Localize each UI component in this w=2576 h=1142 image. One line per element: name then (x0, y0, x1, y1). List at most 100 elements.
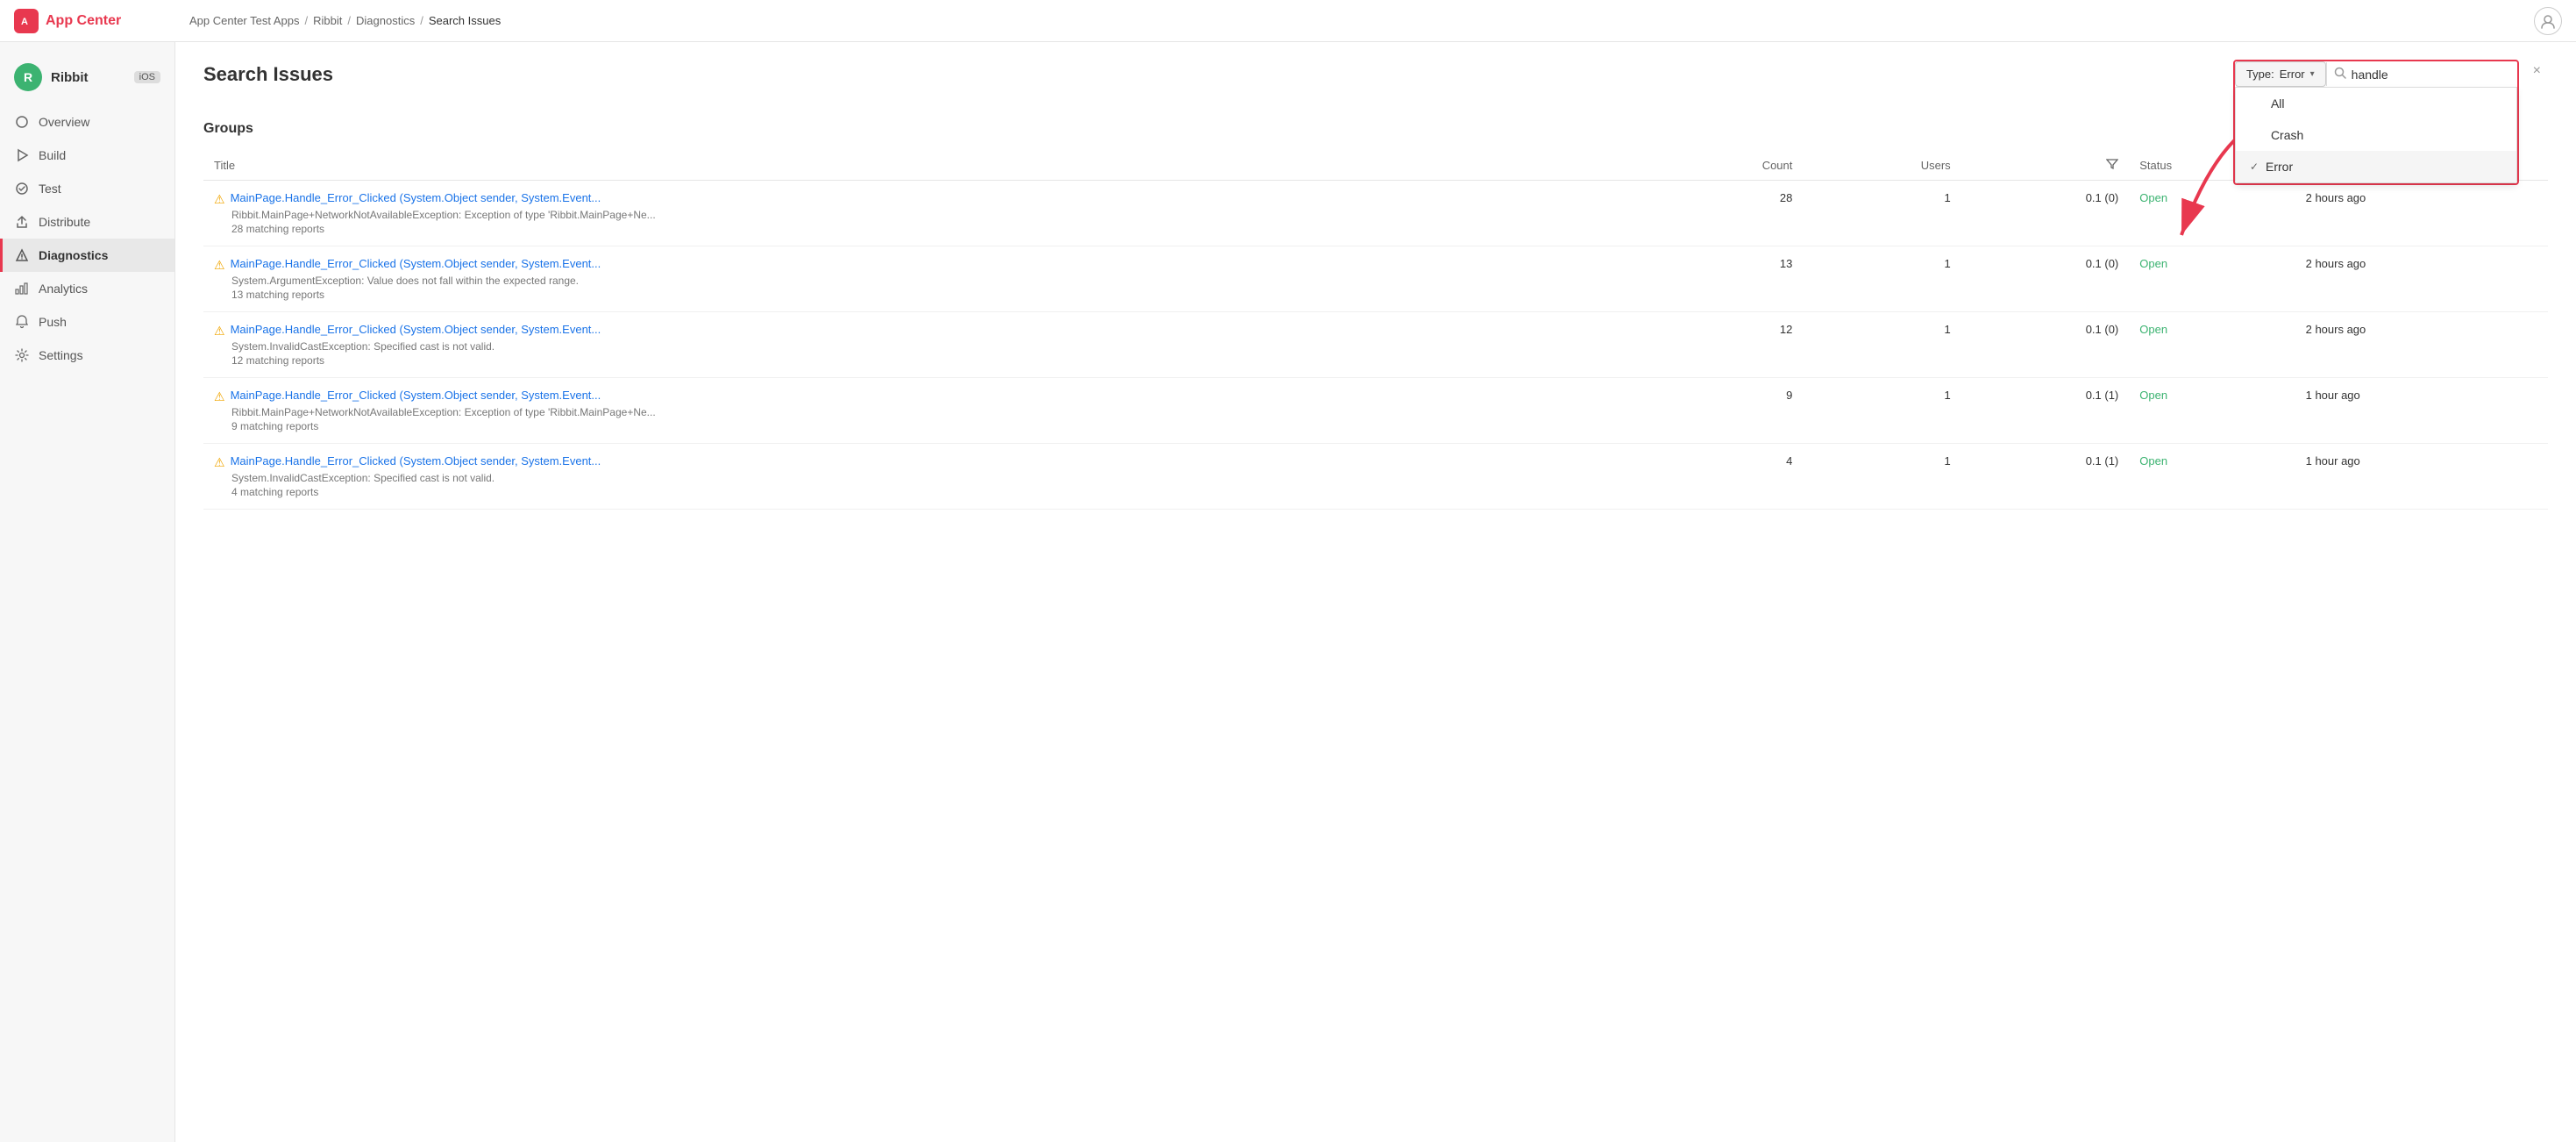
search-close-button[interactable]: × (2526, 60, 2548, 82)
app-name-label: App Center (46, 13, 121, 29)
sidebar-label-diagnostics: Diagnostics (39, 248, 108, 262)
logo-icon: A (14, 9, 39, 33)
breadcrumb-sep-2: / (420, 14, 423, 27)
issue-title-cell: ⚠ MainPage.Handle_Error_Clicked (System.… (203, 181, 1643, 246)
issue-percentage: 0.1 (1) (1961, 378, 2130, 444)
issue-reports: 13 matching reports (214, 289, 1633, 301)
check-circle-icon (14, 181, 30, 196)
issue-status: Open (2129, 246, 2295, 312)
col-percentage (1961, 151, 2130, 181)
search-input-wrap (2326, 62, 2517, 86)
type-filter-button[interactable]: Type: Error ▾ (2235, 61, 2326, 87)
search-input[interactable] (2352, 68, 2510, 82)
main-content: Search Issues Type: Error ▾ (175, 42, 2576, 1142)
issue-percentage: 0.1 (1) (1961, 444, 2130, 510)
groups-section: Groups Title Count Users (203, 121, 2548, 510)
table-body: ⚠ MainPage.Handle_Error_Clicked (System.… (203, 181, 2548, 510)
type-value: Error (2280, 68, 2305, 81)
issue-reports: 9 matching reports (214, 420, 1633, 432)
table-row: ⚠ MainPage.Handle_Error_Clicked (System.… (203, 246, 2548, 312)
sidebar-item-diagnostics[interactable]: Diagnostics (0, 239, 174, 272)
issue-status: Open (2129, 312, 2295, 378)
issue-status: Open (2129, 444, 2295, 510)
layout: R Ribbit iOS Overview Build (0, 0, 2576, 1142)
issue-last-report: 2 hours ago (2295, 181, 2548, 246)
checkmark-icon: ✓ (2250, 161, 2259, 173)
option-error-label: Error (2266, 160, 2293, 174)
sidebar-label-settings: Settings (39, 348, 83, 362)
issue-title-link[interactable]: MainPage.Handle_Error_Clicked (System.Ob… (231, 257, 601, 270)
sidebar-item-build[interactable]: Build (0, 139, 174, 172)
issue-users: 1 (1803, 378, 1960, 444)
dropdown-option-all[interactable]: All (2236, 88, 2516, 119)
filter-icon[interactable] (2106, 159, 2118, 173)
breadcrumb-sep-1: / (347, 14, 351, 27)
issue-percentage: 0.1 (0) (1961, 312, 2130, 378)
sidebar-item-distribute[interactable]: Distribute (0, 205, 174, 239)
top-nav: A App Center App Center Test Apps / Ribb… (0, 0, 2576, 42)
warning-icon: ⚠ (214, 324, 225, 339)
issue-status: Open (2129, 181, 2295, 246)
issue-title-link[interactable]: MainPage.Handle_Error_Clicked (System.Ob… (231, 191, 601, 204)
sidebar: R Ribbit iOS Overview Build (0, 42, 175, 1142)
issue-last-report: 2 hours ago (2295, 312, 2548, 378)
type-dropdown-wrapper: Type: Error ▾ (2233, 60, 2519, 185)
dropdown-option-error[interactable]: ✓ Error (2236, 151, 2516, 182)
settings-icon (14, 347, 30, 363)
issue-subtitle: Ribbit.MainPage+NetworkNotAvailableExcep… (214, 406, 1633, 418)
breadcrumb-item-2[interactable]: Diagnostics (356, 14, 415, 27)
table-row: ⚠ MainPage.Handle_Error_Clicked (System.… (203, 378, 2548, 444)
issues-table: Title Count Users Status Last report (203, 151, 2548, 510)
sidebar-nav: Overview Build Test (0, 105, 174, 372)
play-icon (14, 147, 30, 163)
type-search-inner: Type: Error ▾ (2235, 61, 2517, 87)
sidebar-label-build: Build (39, 148, 66, 162)
sidebar-item-push[interactable]: Push (0, 305, 174, 339)
warning-icon: ⚠ (214, 258, 225, 273)
chevron-down-icon: ▾ (2310, 69, 2315, 79)
app-avatar: R (14, 63, 42, 91)
issue-title-link[interactable]: MainPage.Handle_Error_Clicked (System.Ob… (231, 454, 601, 468)
issue-title-cell: ⚠ MainPage.Handle_Error_Clicked (System.… (203, 378, 1643, 444)
issue-reports: 4 matching reports (214, 486, 1633, 498)
dropdown-option-crash[interactable]: Crash (2236, 119, 2516, 151)
issue-title-link[interactable]: MainPage.Handle_Error_Clicked (System.Ob… (231, 389, 601, 402)
issue-last-report: 1 hour ago (2295, 378, 2548, 444)
issue-title-cell: ⚠ MainPage.Handle_Error_Clicked (System.… (203, 246, 1643, 312)
breadcrumb-item-0[interactable]: App Center Test Apps (189, 14, 300, 27)
sidebar-label-distribute: Distribute (39, 215, 90, 229)
issue-percentage: 0.1 (0) (1961, 246, 2130, 312)
issue-last-report: 2 hours ago (2295, 246, 2548, 312)
issue-count: 28 (1643, 181, 1804, 246)
breadcrumb: App Center Test Apps / Ribbit / Diagnost… (189, 14, 2534, 27)
warning-icon: ⚠ (214, 192, 225, 207)
type-label: Type: (2246, 68, 2274, 81)
issue-title-cell: ⚠ MainPage.Handle_Error_Clicked (System.… (203, 444, 1643, 510)
table-row: ⚠ MainPage.Handle_Error_Clicked (System.… (203, 312, 2548, 378)
breadcrumb-item-3: Search Issues (429, 14, 501, 27)
breadcrumb-sep-0: / (305, 14, 309, 27)
issue-reports: 28 matching reports (214, 223, 1633, 235)
sidebar-app-header: R Ribbit iOS (0, 56, 174, 105)
table-row: ⚠ MainPage.Handle_Error_Clicked (System.… (203, 181, 2548, 246)
issue-subtitle: System.InvalidCastException: Specified c… (214, 340, 1633, 353)
breadcrumb-item-1[interactable]: Ribbit (313, 14, 342, 27)
groups-header: Groups (203, 121, 2548, 137)
sidebar-item-analytics[interactable]: Analytics (0, 272, 174, 305)
sidebar-item-overview[interactable]: Overview (0, 105, 174, 139)
search-icon (2334, 67, 2346, 82)
sidebar-label-analytics: Analytics (39, 282, 88, 296)
sidebar-label-overview: Overview (39, 115, 89, 129)
issue-reports: 12 matching reports (214, 354, 1633, 367)
issue-users: 1 (1803, 181, 1960, 246)
sidebar-item-settings[interactable]: Settings (0, 339, 174, 372)
bar-chart-icon (14, 281, 30, 296)
user-avatar[interactable] (2534, 7, 2562, 35)
issue-count: 4 (1643, 444, 1804, 510)
sidebar-item-test[interactable]: Test (0, 172, 174, 205)
bell-icon (14, 314, 30, 330)
table-header: Title Count Users Status Last report (203, 151, 2548, 181)
issue-title-link[interactable]: MainPage.Handle_Error_Clicked (System.Ob… (231, 323, 601, 336)
type-search-red-box: Type: Error ▾ (2233, 60, 2519, 185)
app-logo[interactable]: A App Center (14, 9, 189, 33)
